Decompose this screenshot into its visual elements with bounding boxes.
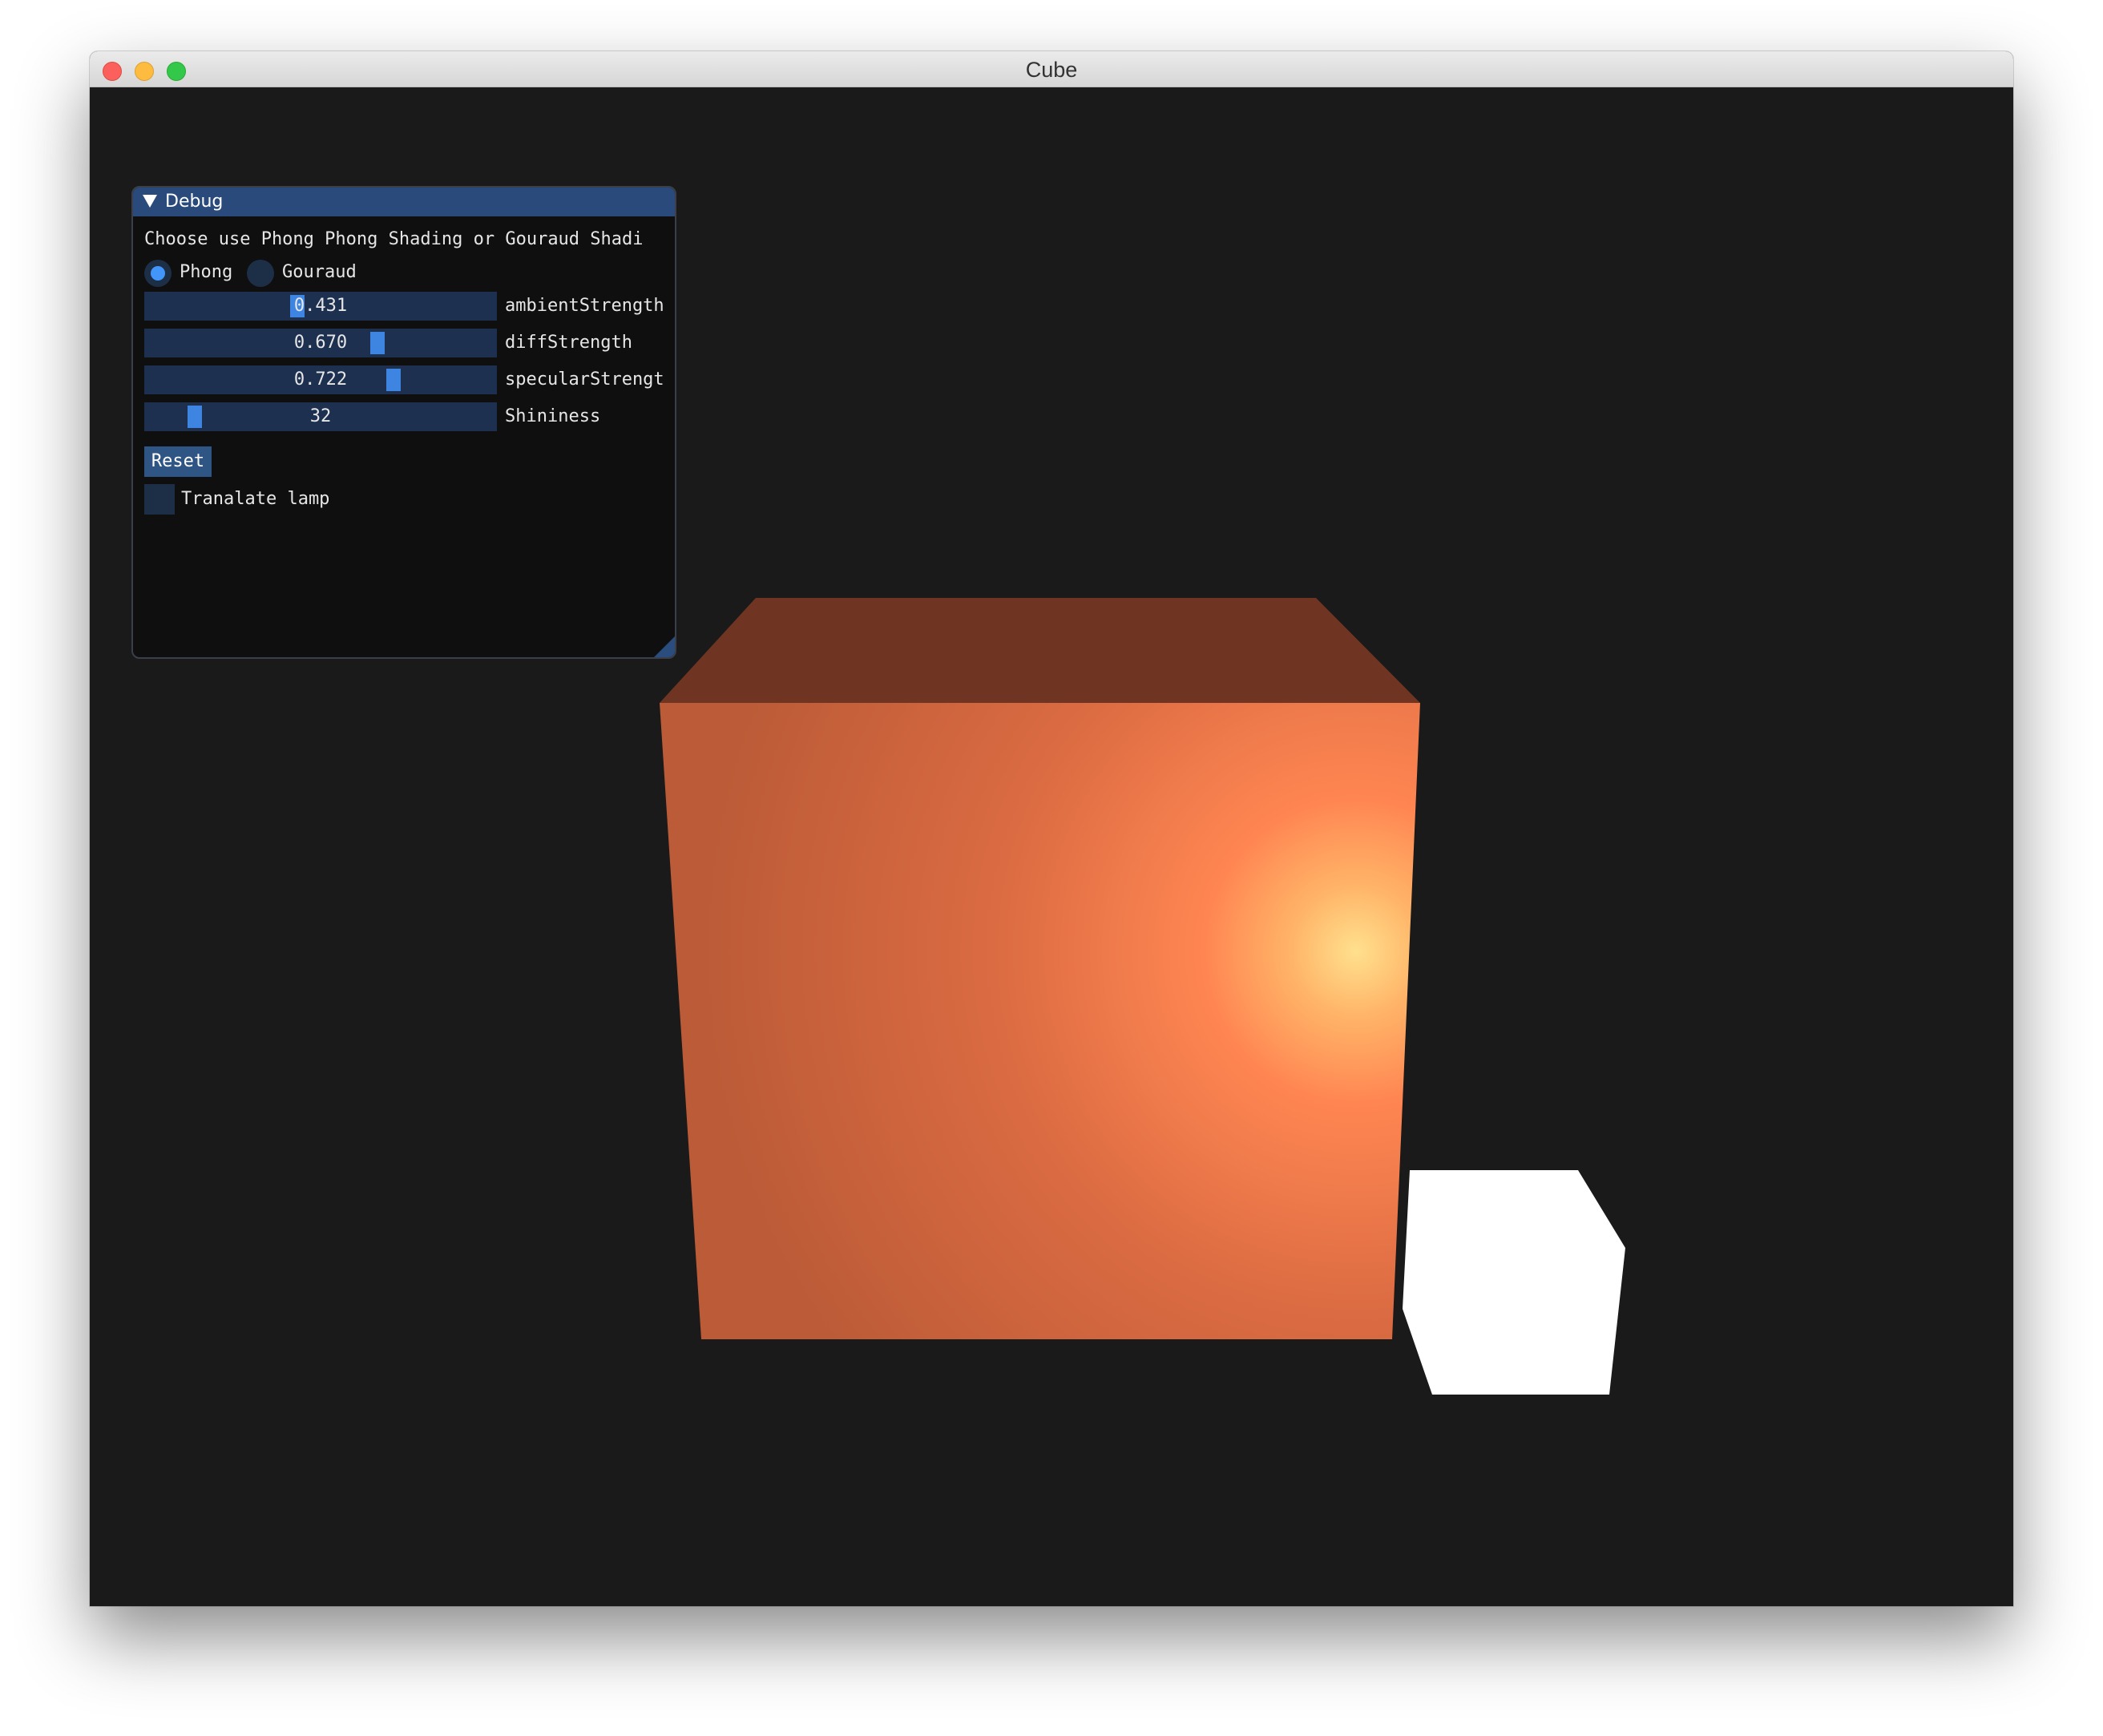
slider-value: 0.722: [293, 369, 348, 390]
slider-diff-label: diffStrength: [505, 333, 632, 353]
slider-shininess[interactable]: 32: [144, 402, 497, 431]
radio-gouraud-label: Gouraud: [282, 262, 357, 282]
cube-front-face: [660, 703, 1420, 1339]
collapse-arrow-icon[interactable]: [143, 195, 157, 208]
debug-panel-title: Debug: [165, 192, 224, 212]
slider-ambient-strength[interactable]: 0.431: [144, 292, 497, 321]
debug-panel[interactable]: Debug Choose use Phong Phong Shading or …: [131, 186, 676, 659]
title-bar[interactable]: Cube: [90, 51, 2013, 87]
resize-grip[interactable]: [654, 636, 675, 657]
radio-selected-dot: [151, 266, 165, 281]
radio-phong[interactable]: [144, 260, 172, 287]
render-viewport[interactable]: Debug Choose use Phong Phong Shading or …: [90, 87, 2013, 1606]
slider-value: 0.670: [293, 333, 348, 353]
debug-panel-header[interactable]: Debug: [133, 188, 675, 216]
app-window: Cube Debug Choose use Phong Phong Shadin…: [90, 51, 2013, 1606]
shading-description: Choose use Phong Phong Shading or Gourau…: [144, 229, 644, 249]
slider-specular-strength[interactable]: 0.722: [144, 365, 497, 394]
translate-lamp-label: Tranalate lamp: [181, 489, 330, 509]
window-title: Cube: [1025, 58, 1078, 82]
translate-lamp-checkbox[interactable]: [144, 484, 175, 515]
radio-phong-label: Phong: [180, 262, 233, 282]
slider-diff-strength[interactable]: 0.670: [144, 329, 497, 357]
reset-button[interactable]: Reset: [144, 446, 212, 477]
slider-shininess-label: Shininess: [505, 406, 601, 426]
radio-gouraud[interactable]: [247, 260, 274, 287]
slider-ambient-label: ambientStrength: [505, 296, 664, 316]
cube-top-face: [660, 598, 1420, 703]
slider-value: 32: [309, 406, 332, 426]
slider-value: 0.431: [293, 296, 348, 316]
slider-specular-label: specularStrengt: [505, 369, 664, 390]
lamp-cube: [1403, 1170, 1625, 1395]
